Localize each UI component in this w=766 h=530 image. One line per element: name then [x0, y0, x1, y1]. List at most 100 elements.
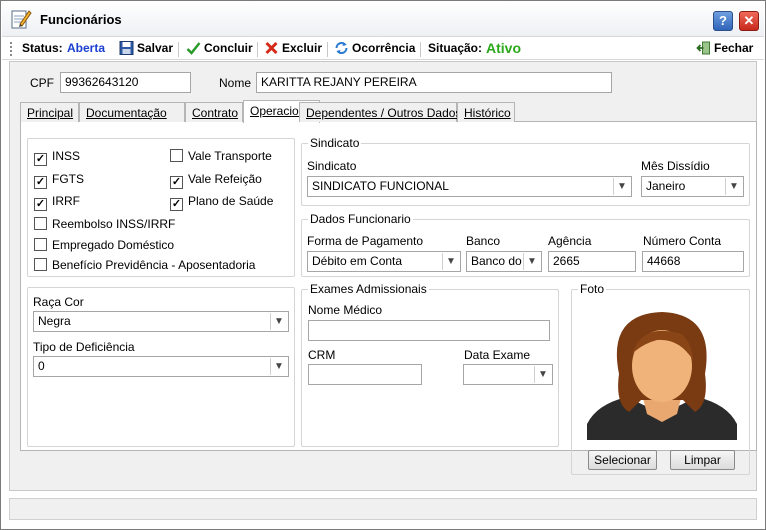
exames-group-title: Exames Admissionais: [308, 282, 429, 296]
checkbox-checked-icon: ✓: [34, 198, 47, 211]
title-bar: Funcionários ? ✕: [2, 2, 764, 36]
plano-saude-label: Plano de Saúde: [188, 194, 274, 208]
avatar: [587, 304, 737, 440]
chevron-down-icon[interactable]: ▼: [270, 313, 287, 330]
status-bar: [9, 498, 757, 520]
vale-refeicao-checkbox[interactable]: ✓ Vale Refeição: [170, 172, 262, 189]
chevron-down-icon[interactable]: ▼: [523, 253, 540, 270]
conclude-label: Concluir: [204, 41, 253, 55]
inss-label: INSS: [52, 149, 81, 163]
forma-pagamento-value: Débito em Conta: [312, 254, 403, 268]
status-label: Status:: [22, 41, 63, 55]
inss-checkbox[interactable]: ✓ INSS: [34, 149, 80, 166]
beneficio-checkbox[interactable]: Benefício Previdência - Aposentadoria: [34, 258, 255, 272]
sindicato-label: Sindicato: [307, 159, 357, 173]
data-exame-label: Data Exame: [464, 348, 531, 362]
dissidio-label: Mês Dissídio: [641, 159, 710, 173]
delete-button[interactable]: Excluir: [264, 41, 322, 55]
agencia-label: Agência: [548, 234, 592, 248]
irrf-checkbox[interactable]: ✓ IRRF: [34, 194, 80, 211]
checkbox-checked-icon: ✓: [170, 198, 183, 211]
checkmark-icon: [186, 42, 201, 55]
crm-field[interactable]: [308, 364, 422, 385]
name-field[interactable]: KARITTA REJANY PEREIRA: [256, 72, 612, 93]
status-value: Aberta: [67, 41, 106, 55]
checkbox-checked-icon: ✓: [170, 176, 183, 189]
notepad-pencil-icon: [11, 10, 32, 29]
tab-principal[interactable]: Principal: [20, 102, 79, 122]
raca-cor-select[interactable]: Negra ▼: [33, 311, 289, 332]
occurrence-button[interactable]: Ocorrência: [334, 41, 415, 55]
deficiencia-value: 0: [38, 359, 45, 373]
toolbar-grip[interactable]: [10, 42, 12, 56]
reembolso-label: Reembolso INSS/IRRF: [52, 217, 176, 231]
chevron-down-icon[interactable]: ▼: [613, 178, 630, 195]
save-button[interactable]: Salvar: [119, 41, 173, 55]
window-title: Funcionários: [40, 12, 122, 27]
checkbox-unchecked-icon: [34, 238, 47, 251]
vale-transporte-checkbox[interactable]: Vale Transporte: [170, 149, 272, 163]
data-exame-picker[interactable]: ▼: [463, 364, 553, 385]
chevron-down-icon[interactable]: ▼: [270, 358, 287, 375]
checkbox-unchecked-icon: [34, 258, 47, 271]
banco-select[interactable]: Banco do B ▼: [466, 251, 542, 272]
cpf-field[interactable]: 99362643120: [60, 72, 191, 93]
raca-cor-label: Raça Cor: [33, 295, 84, 309]
sindicato-select[interactable]: SINDICATO FUNCIONAL ▼: [307, 176, 632, 197]
situation-label: Situação:: [428, 41, 483, 55]
deficiencia-select[interactable]: 0 ▼: [33, 356, 289, 377]
forma-pagamento-select[interactable]: Débito em Conta ▼: [307, 251, 461, 272]
raca-cor-value: Negra: [38, 314, 71, 328]
name-label: Nome: [219, 76, 252, 90]
dissidio-select[interactable]: Janeiro ▼: [641, 176, 744, 197]
irrf-label: IRRF: [52, 194, 80, 208]
delete-label: Excluir: [282, 41, 323, 55]
checkbox-checked-icon: ✓: [34, 153, 47, 166]
save-label: Salvar: [137, 41, 174, 55]
checkbox-checked-icon: ✓: [34, 176, 47, 189]
refresh-arrows-icon: [335, 42, 348, 54]
foto-group-title: Foto: [578, 282, 607, 296]
chevron-down-icon[interactable]: ▼: [534, 366, 551, 383]
toolbar-separator: [327, 42, 328, 57]
crm-label: CRM: [308, 348, 336, 362]
red-x-icon: [265, 41, 278, 55]
checkbox-unchecked-icon: [170, 149, 183, 162]
checkbox-unchecked-icon: [34, 217, 47, 230]
chevron-down-icon[interactable]: ▼: [442, 253, 459, 270]
toolbar-separator: [257, 42, 258, 57]
tab-contrato[interactable]: Contrato: [185, 102, 243, 122]
empregado-domestico-label: Empregado Doméstico: [52, 238, 175, 252]
numero-conta-label: Número Conta: [643, 234, 722, 248]
vale-transporte-label: Vale Transporte: [188, 149, 272, 163]
exit-door-icon: [696, 41, 710, 55]
conclude-button[interactable]: Concluir: [186, 41, 253, 55]
close-form-button[interactable]: Fechar: [696, 41, 753, 55]
numero-conta-field[interactable]: 44668: [642, 251, 744, 272]
tab-historico[interactable]: Histórico: [457, 102, 515, 122]
dados-group-title: Dados Funcionario: [308, 212, 413, 226]
beneficio-label: Benefício Previdência - Aposentadoria: [52, 258, 256, 272]
selecionar-button[interactable]: Selecionar: [588, 450, 657, 470]
limpar-button[interactable]: Limpar: [670, 450, 735, 470]
fgts-checkbox[interactable]: ✓ FGTS: [34, 172, 84, 189]
help-button[interactable]: ?: [713, 11, 733, 31]
tab-documentacao[interactable]: Documentação: [79, 102, 185, 122]
tab-dependentes[interactable]: Dependentes / Outros Dados: [299, 102, 461, 122]
close-window-button[interactable]: ✕: [739, 11, 759, 31]
deficiencia-label: Tipo de Deficiência: [33, 340, 135, 354]
empregado-domestico-checkbox[interactable]: Empregado Doméstico: [34, 238, 174, 252]
occurrence-label: Ocorrência: [352, 41, 416, 55]
nome-medico-label: Nome Médico: [308, 303, 383, 317]
vale-refeicao-label: Vale Refeição: [188, 172, 262, 186]
plano-saude-checkbox[interactable]: ✓ Plano de Saúde: [170, 194, 273, 211]
toolbar-separator: [420, 42, 421, 57]
reembolso-checkbox[interactable]: Reembolso INSS/IRRF: [34, 217, 175, 231]
close-form-label: Fechar: [714, 41, 754, 55]
agencia-field[interactable]: 2665: [548, 251, 636, 272]
sindicato-group-title: Sindicato: [308, 136, 362, 150]
nome-medico-field[interactable]: [308, 320, 550, 341]
situation-value: Ativo: [486, 40, 521, 56]
chevron-down-icon[interactable]: ▼: [725, 178, 742, 195]
employee-window: Funcionários ? ✕ Status: Aberta Salvar C…: [0, 0, 766, 530]
